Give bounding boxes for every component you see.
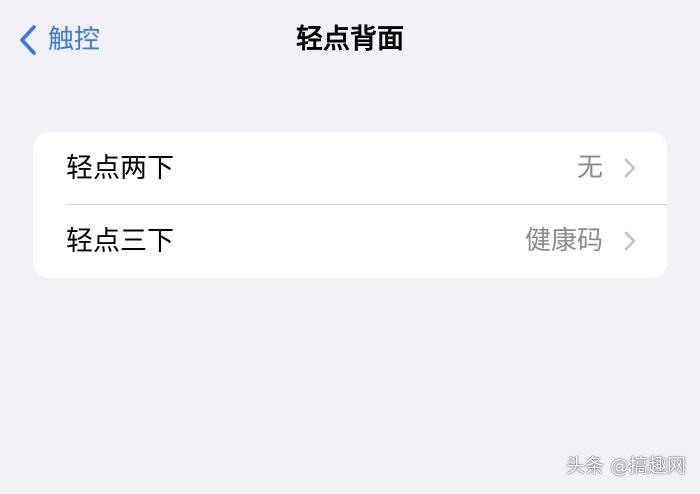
row-label: 轻点两下 bbox=[66, 153, 174, 184]
chevron-right-icon bbox=[624, 231, 636, 255]
row-triple-tap[interactable]: 轻点三下 健康码 bbox=[33, 205, 667, 278]
chevron-right-icon bbox=[624, 158, 636, 182]
settings-group: 轻点两下 无 轻点三下 健康码 bbox=[33, 132, 667, 278]
watermark: 头条 @搞趣网 bbox=[565, 455, 686, 477]
navigation-bar: 触控 轻点背面 bbox=[0, 0, 700, 80]
page-title: 轻点背面 bbox=[296, 24, 404, 55]
row-label: 轻点三下 bbox=[66, 226, 174, 257]
row-value: 健康码 bbox=[524, 226, 603, 256]
row-double-tap[interactable]: 轻点两下 无 bbox=[33, 132, 667, 205]
row-value: 无 bbox=[576, 153, 603, 183]
